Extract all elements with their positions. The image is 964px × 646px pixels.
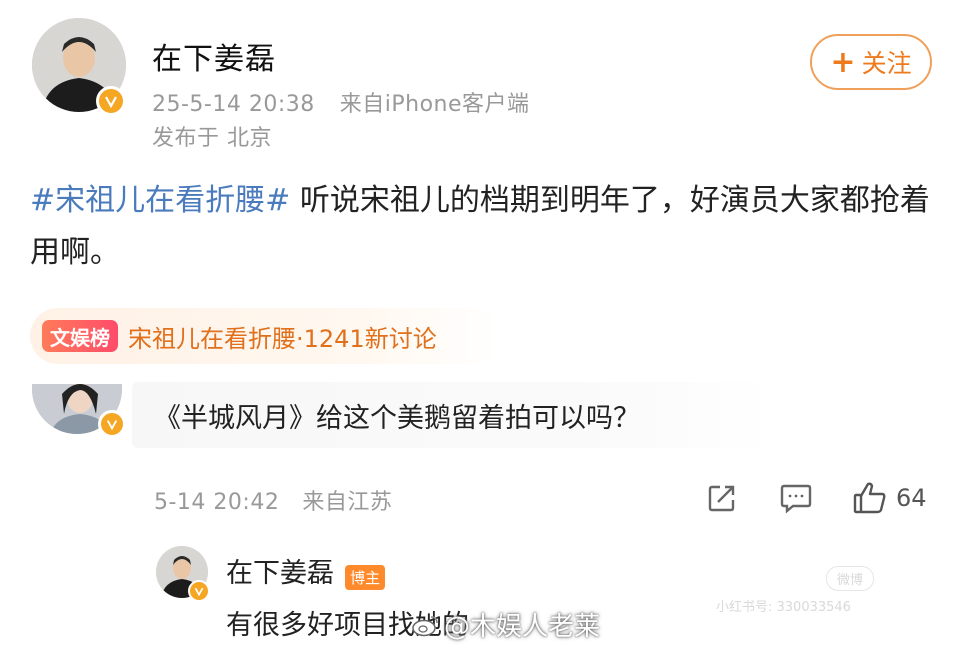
comment-icon[interactable] <box>776 478 816 518</box>
post-body: #宋祖儿在看折腰# 听说宋祖儿的档期到明年了，好演员大家都抢着用啊。 <box>30 175 940 279</box>
share-icon[interactable] <box>702 478 742 518</box>
follow-button[interactable]: + 关注 <box>810 34 932 90</box>
hot-topic-text: 宋祖儿在看折腰·1241新讨论 <box>128 324 437 353</box>
hot-topic-chip[interactable]: 文娱榜 宋祖儿在看折腰·1241新讨论 <box>30 308 500 364</box>
verified-badge-icon <box>96 86 126 116</box>
post-author-name[interactable]: 在下姜磊 <box>152 34 276 78</box>
like-icon <box>852 480 888 516</box>
comment-source: 来自江苏 <box>302 490 393 515</box>
comment-meta: 5-14 20:42 来自江苏 <box>154 484 392 516</box>
watermark-text: @木娱人老莱 <box>444 612 601 642</box>
follow-label: 关注 <box>861 49 912 78</box>
watermark: @木娱人老莱 <box>412 606 600 643</box>
comment-text: 《半城风月》给这个美鹅留着拍可以吗？ <box>154 402 640 434</box>
post-meta: 25-5-14 20:38 来自iPhone客户端 <box>152 86 530 118</box>
weibo-logo-icon <box>412 613 440 637</box>
reply-author-name[interactable]: 在下姜磊 <box>226 558 334 589</box>
like-button[interactable]: 64 <box>852 476 942 520</box>
post-hashtag[interactable]: #宋祖儿在看折腰# <box>30 183 290 218</box>
commenter-verified-badge-icon <box>98 410 126 438</box>
author-tag-badge: 博主 <box>345 565 386 590</box>
post-location: 发布于 北京 <box>152 126 272 151</box>
reply-header: 在下姜磊 博主 <box>226 551 386 590</box>
faint-id: 小红书号: 330033546 <box>716 600 851 615</box>
reply-verified-badge-icon <box>188 580 210 602</box>
comment-bubble[interactable]: 《半城风月》给这个美鹅留着拍可以吗？ <box>132 382 772 448</box>
comment-timestamp: 5-14 20:42 <box>154 490 280 515</box>
post-source: 来自iPhone客户端 <box>339 92 530 117</box>
post-timestamp: 25-5-14 20:38 <box>152 92 315 117</box>
like-count: 64 <box>896 484 927 512</box>
hot-topic-tag: 文娱榜 <box>42 320 118 352</box>
plus-icon: + <box>830 44 856 80</box>
faint-logo: 微博 <box>826 566 875 591</box>
